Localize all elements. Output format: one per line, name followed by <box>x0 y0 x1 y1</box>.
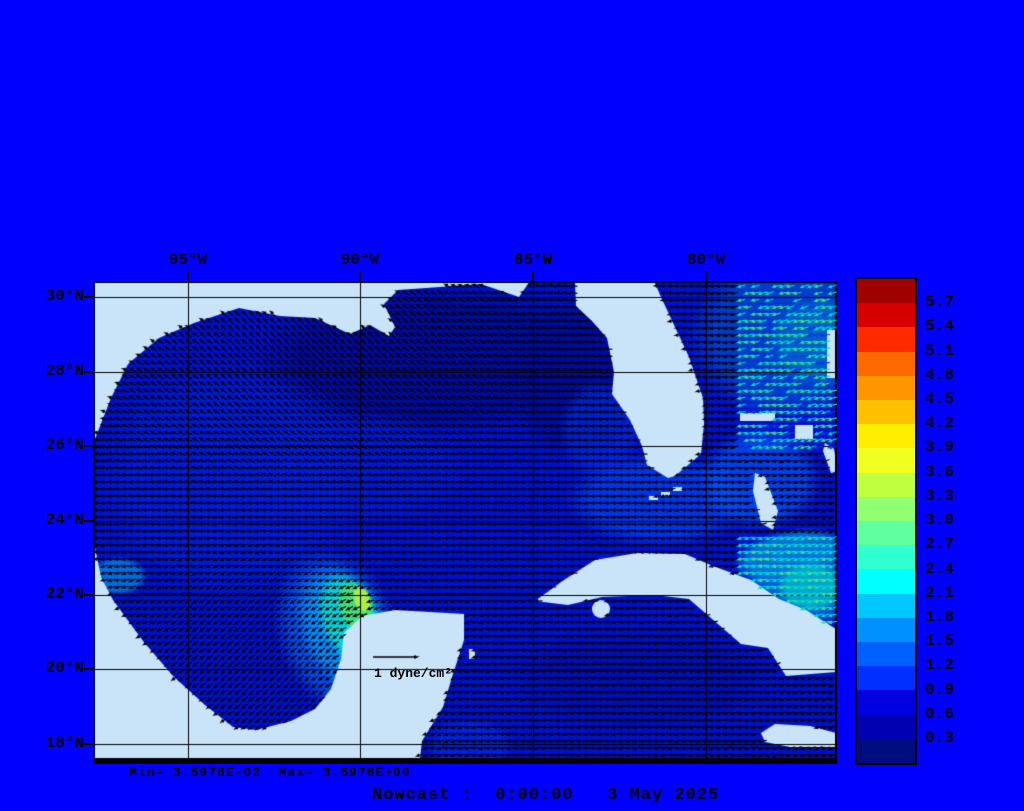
reference-vector-label: 1 dyne/cm² <box>374 666 452 681</box>
lat-tick-label: 26°N <box>30 436 84 454</box>
colorbar-tick-label: 5.1 <box>925 342 969 360</box>
colorbar-tick-label: 4.8 <box>925 366 969 384</box>
colorbar-segment <box>857 545 915 569</box>
colorbar-tick-label: 4.5 <box>925 390 969 408</box>
colorbar-tick-label: 0.6 <box>925 705 969 723</box>
colorbar-tick-label: 1.8 <box>925 608 969 626</box>
colorbar-segment <box>857 448 915 472</box>
colorbar-segment <box>857 739 915 763</box>
colorbar <box>855 277 917 765</box>
minmax-stats-label: Min= 3.5978E-02 Max= 3.5978E+00 <box>129 765 411 780</box>
colorbar-segment <box>857 352 915 376</box>
colorbar-segment <box>857 473 915 497</box>
colorbar-segment <box>857 303 915 327</box>
nowcast-timestamp-label: Nowcast : 0:00:00 3 May 2025 <box>372 786 719 805</box>
lon-tick-label: 90°W <box>318 251 402 269</box>
lat-tick-label: 18°N <box>30 734 84 752</box>
colorbar-tick-label: 0.3 <box>925 729 969 747</box>
colorbar-tick-label: 1.5 <box>925 632 969 650</box>
lat-tick-mark <box>84 668 93 670</box>
lon-tick-label: 95°W <box>146 251 230 269</box>
lon-tick-mark <box>187 271 189 281</box>
lat-tick-label: 22°N <box>30 585 84 603</box>
colorbar-segment <box>857 376 915 400</box>
colorbar-segment <box>857 424 915 448</box>
lat-tick-mark <box>84 445 93 447</box>
colorbar-segment <box>857 642 915 666</box>
colorbar-segment <box>857 715 915 739</box>
colorbar-tick-label: 2.4 <box>925 560 969 578</box>
lat-tick-label: 30°N <box>30 287 84 305</box>
colorbar-segment <box>857 521 915 545</box>
lon-tick-label: 80°W <box>664 251 748 269</box>
lat-tick-mark <box>84 594 93 596</box>
lon-tick-mark <box>705 271 707 281</box>
colorbar-segment <box>857 327 915 351</box>
nowcast-vector-map-figure: 95°W 90°W 85°W 80°W 30°N 28°N 26°N 24°N 22°N 20°N… <box>0 0 1024 811</box>
lat-tick-mark <box>84 371 93 373</box>
colorbar-tick-label: 5.7 <box>925 293 969 311</box>
colorbar-tick-label: 4.2 <box>925 414 969 432</box>
lat-tick-mark <box>84 296 93 298</box>
lon-tick-label: 85°W <box>491 251 575 269</box>
colorbar-tick-label: 2.7 <box>925 535 969 553</box>
colorbar-segment <box>857 666 915 690</box>
colorbar-tick-label: 0.9 <box>925 681 969 699</box>
lat-tick-mark <box>84 520 93 522</box>
colorbar-segment <box>857 400 915 424</box>
colorbar-segment <box>857 594 915 618</box>
colorbar-tick-label: 3.0 <box>925 511 969 529</box>
lat-tick-label: 20°N <box>30 659 84 677</box>
lat-tick-mark <box>84 743 93 745</box>
lat-tick-label: 24°N <box>30 511 84 529</box>
colorbar-tick-label: 3.3 <box>925 487 969 505</box>
colorbar-segment <box>857 569 915 593</box>
colorbar-tick-label: 5.4 <box>925 317 969 335</box>
map-canvas <box>93 281 837 764</box>
colorbar-segment <box>857 618 915 642</box>
lat-tick-label: 28°N <box>30 362 84 380</box>
colorbar-tick-label: 2.1 <box>925 584 969 602</box>
lon-tick-mark <box>532 271 534 281</box>
colorbar-segment <box>857 279 915 303</box>
colorbar-segment <box>857 690 915 714</box>
colorbar-segment <box>857 497 915 521</box>
colorbar-tick-label: 3.6 <box>925 463 969 481</box>
colorbar-tick-label: 1.2 <box>925 656 969 674</box>
lon-tick-mark <box>359 271 361 281</box>
colorbar-tick-label: 3.9 <box>925 438 969 456</box>
